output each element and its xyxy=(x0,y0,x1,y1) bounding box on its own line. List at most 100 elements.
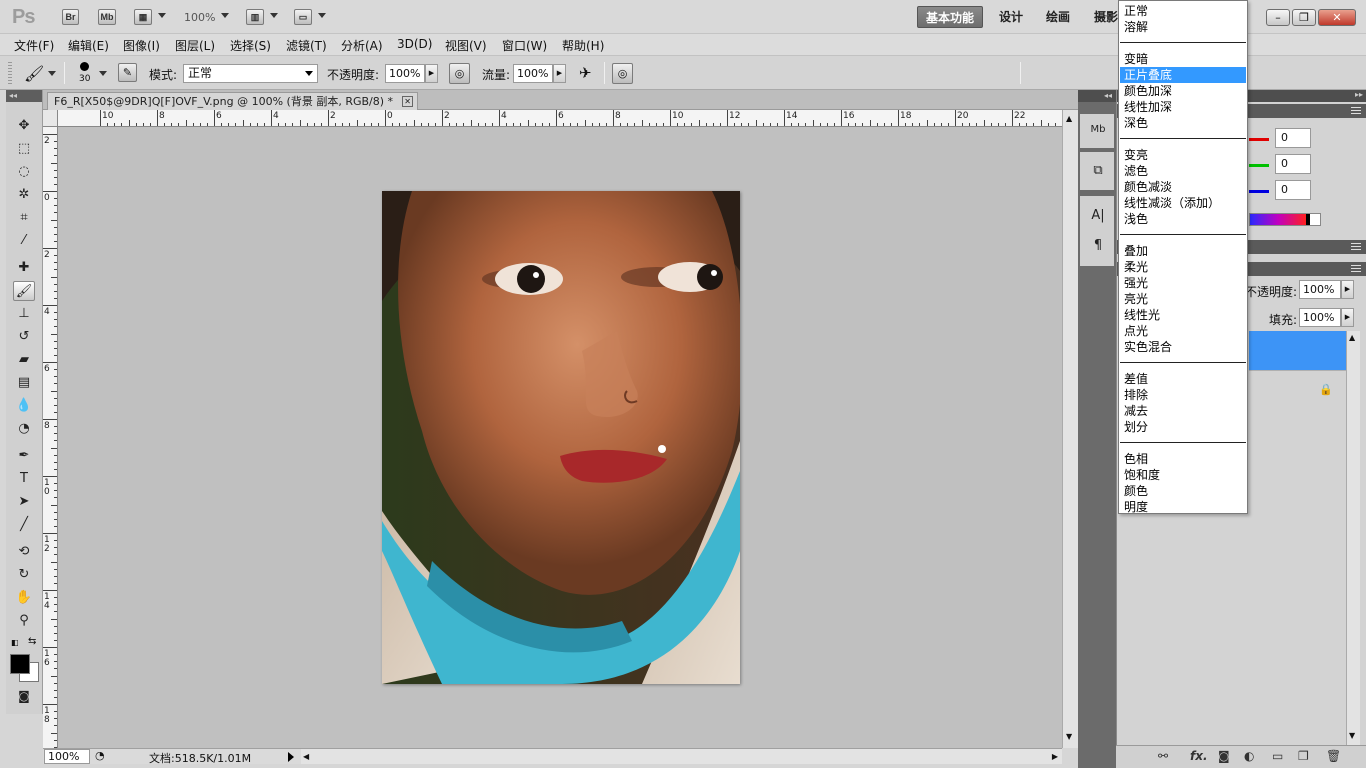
blend-mode-option[interactable]: 色相 xyxy=(1120,451,1246,467)
blend-mode-option[interactable]: 柔光 xyxy=(1120,259,1246,275)
extras-button[interactable]: ▦ xyxy=(134,9,152,25)
zoom-dropdown-icon[interactable] xyxy=(221,13,229,18)
new-group-icon[interactable]: ▭ xyxy=(1272,749,1283,763)
blur-tool-icon[interactable]: 💧 xyxy=(13,396,35,416)
airbrush-icon[interactable]: ✈ xyxy=(579,64,592,82)
zoom-tool-icon[interactable]: ⚲ xyxy=(13,611,35,631)
zoom-field[interactable]: 100% xyxy=(44,749,90,764)
brush-tool-preset-icon[interactable]: 🖌 xyxy=(24,64,44,83)
vertical-scrollbar[interactable]: ▲ ▼ xyxy=(1062,110,1078,748)
workspace-painting[interactable]: 绘画 xyxy=(1038,6,1078,28)
character-panel-icon[interactable]: A| xyxy=(1088,206,1108,226)
fx-icon[interactable]: fx. xyxy=(1190,749,1208,763)
chevron-down-icon[interactable] xyxy=(48,71,56,76)
blend-mode-option[interactable]: 差值 xyxy=(1120,371,1246,387)
color-spectrum-ramp[interactable] xyxy=(1249,213,1321,226)
blend-mode-option[interactable]: 线性光 xyxy=(1120,307,1246,323)
hand-tool-icon[interactable]: ✋ xyxy=(13,588,35,608)
chevron-down-icon[interactable] xyxy=(99,71,107,76)
red-slider[interactable] xyxy=(1249,138,1269,141)
scroll-down-icon[interactable]: ▼ xyxy=(1066,732,1072,741)
default-colors-icon[interactable]: ◧ xyxy=(11,638,19,647)
close-tab-icon[interactable]: ✕ xyxy=(402,96,414,107)
adjustment-layer-icon[interactable]: ◐ xyxy=(1244,749,1254,763)
link-layers-icon[interactable]: ⚯ xyxy=(1158,749,1168,763)
blend-mode-option[interactable]: 亮光 xyxy=(1120,291,1246,307)
status-info-icon[interactable]: ◔ xyxy=(95,749,105,762)
3d-rotate-tool-icon[interactable]: ⟲ xyxy=(13,542,35,562)
workspace-essentials[interactable]: 基本功能 xyxy=(917,6,984,28)
horizontal-ruler[interactable]: 10 8 6 4 2 0 2 4 6 8 10 12 14 16 18 20 22 xyxy=(58,110,1062,127)
dock-header[interactable]: ◂◂ xyxy=(1078,90,1116,102)
trash-icon[interactable]: 🗑 xyxy=(1326,749,1341,763)
opacity-slider-arrow[interactable]: ▶ xyxy=(425,64,438,83)
3d-orbit-tool-icon[interactable]: ↻ xyxy=(13,565,35,585)
blend-mode-option[interactable]: 颜色减淡 xyxy=(1120,179,1246,195)
blend-mode-option[interactable]: 正片叠底 xyxy=(1120,67,1246,83)
brush-tool-icon[interactable]: 🖌 xyxy=(13,281,35,301)
brush-tip-icon[interactable] xyxy=(80,62,89,71)
blend-mode-option[interactable]: 排除 xyxy=(1120,387,1246,403)
menu-3d[interactable]: 3D(D) xyxy=(397,37,432,51)
mode-select[interactable]: 正常 xyxy=(183,64,318,83)
lasso-tool-icon[interactable]: ◌ xyxy=(13,162,35,182)
green-value-input[interactable]: 0 xyxy=(1275,154,1311,174)
blend-mode-option[interactable]: 溶解 xyxy=(1120,19,1246,35)
document-tab[interactable]: F6_R[X50$@9DR]Q[F]OVF_V.png @ 100% (背景 副… xyxy=(47,92,419,110)
blend-mode-option[interactable]: 深色 xyxy=(1120,115,1246,131)
blend-mode-option[interactable]: 颜色加深 xyxy=(1120,83,1246,99)
chevron-down-icon[interactable] xyxy=(270,13,278,18)
layer-opacity-input[interactable]: 100% ▶ xyxy=(1299,280,1354,299)
panel-menu-icon[interactable] xyxy=(1351,107,1361,115)
eyedropper-tool-icon[interactable]: ⁄ xyxy=(13,231,35,251)
layer-row-selected[interactable] xyxy=(1249,331,1346,370)
paragraph-panel-icon[interactable]: ¶ xyxy=(1088,236,1108,256)
blend-mode-option[interactable]: 饱和度 xyxy=(1120,467,1246,483)
menu-view[interactable]: 视图(V) xyxy=(445,37,487,54)
vertical-ruler[interactable]: 2 0 2 4 6 8 10 12 14 16 18 xyxy=(43,127,58,748)
scroll-left-icon[interactable]: ◀ xyxy=(303,752,309,761)
move-tool-icon[interactable]: ✥ xyxy=(13,116,35,136)
scroll-up-icon[interactable]: ▲ xyxy=(1066,114,1072,123)
blue-value-input[interactable]: 0 xyxy=(1275,180,1311,200)
blend-mode-option[interactable]: 明度 xyxy=(1120,499,1246,515)
dodge-tool-icon[interactable]: ◔ xyxy=(13,419,35,439)
scroll-down-icon[interactable]: ▼ xyxy=(1349,731,1355,740)
blend-mode-option[interactable]: 滤色 xyxy=(1120,163,1246,179)
restore-button[interactable]: ❐ xyxy=(1292,9,1316,26)
menu-window[interactable]: 窗口(W) xyxy=(502,37,547,54)
blend-mode-option[interactable]: 正常 xyxy=(1120,3,1246,19)
gradient-tool-icon[interactable]: ▤ xyxy=(13,373,35,393)
menu-filter[interactable]: 滤镜(T) xyxy=(286,37,327,54)
blend-mode-option[interactable]: 浅色 xyxy=(1120,211,1246,227)
workspace-design[interactable]: 设计 xyxy=(991,6,1031,28)
type-tool-icon[interactable]: T xyxy=(13,469,35,489)
blend-mode-option[interactable]: 颜色 xyxy=(1120,483,1246,499)
blend-mode-option[interactable]: 强光 xyxy=(1120,275,1246,291)
clone-stamp-tool-icon[interactable]: ⊥ xyxy=(13,304,35,324)
document-image[interactable] xyxy=(382,191,740,684)
chevron-down-icon[interactable] xyxy=(318,13,326,18)
foreground-color-swatch[interactable] xyxy=(10,654,30,674)
zoom-level-display[interactable]: 100% xyxy=(184,11,215,24)
menu-select[interactable]: 选择(S) xyxy=(230,37,271,54)
blue-slider[interactable] xyxy=(1249,190,1269,193)
new-layer-icon[interactable]: ❐ xyxy=(1298,749,1309,763)
swap-colors-icon[interactable]: ⇆ xyxy=(28,636,36,647)
layers-scrollbar[interactable]: ▲ ▼ xyxy=(1346,331,1360,745)
tablet-pressure-size-icon[interactable]: ◎ xyxy=(612,63,633,84)
menu-help[interactable]: 帮助(H) xyxy=(562,37,604,54)
blend-mode-option[interactable]: 线性减淡（添加） xyxy=(1120,195,1246,211)
panel-menu-icon[interactable] xyxy=(1351,265,1361,273)
history-panel-icon[interactable]: ⧉ xyxy=(1088,161,1108,181)
blend-mode-option[interactable]: 划分 xyxy=(1120,419,1246,435)
blend-mode-option[interactable]: 点光 xyxy=(1120,323,1246,339)
menu-file[interactable]: 文件(F) xyxy=(14,37,54,54)
status-menu-arrow-icon[interactable] xyxy=(288,752,294,762)
tablet-pressure-opacity-icon[interactable]: ◎ xyxy=(449,63,470,84)
pen-tool-icon[interactable]: ✒ xyxy=(13,446,35,466)
blend-mode-option[interactable]: 线性加深 xyxy=(1120,99,1246,115)
layer-opacity-slider-arrow[interactable]: ▶ xyxy=(1341,280,1354,299)
tools-panel-header[interactable]: ◂◂ xyxy=(6,90,42,102)
quick-mask-icon[interactable]: ◙ xyxy=(13,686,35,706)
